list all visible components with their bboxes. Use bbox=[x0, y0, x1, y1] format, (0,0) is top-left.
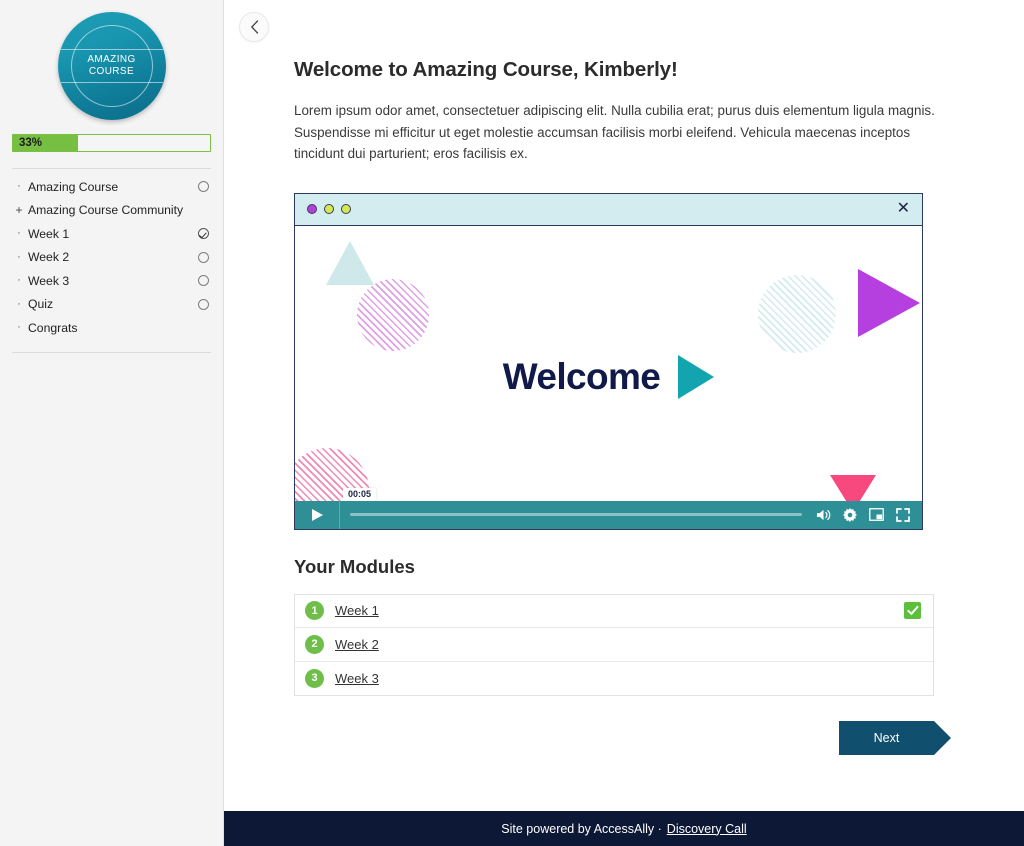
gear-icon[interactable] bbox=[843, 507, 857, 522]
decor-circle-purple-striped-icon bbox=[357, 278, 429, 351]
sidebar-item-label: Quiz bbox=[28, 297, 54, 312]
video-slide-content: Welcome bbox=[295, 355, 922, 399]
module-link[interactable]: Week 3 bbox=[335, 671, 379, 686]
window-dot-purple-icon bbox=[307, 204, 317, 214]
logo-circle: AMAZING COURSE bbox=[57, 12, 166, 120]
status-wrap bbox=[195, 298, 211, 310]
sidebar-item-label: Amazing Course bbox=[28, 179, 119, 194]
content-column: Welcome to Amazing Course, Kimberly! Lor… bbox=[224, 0, 1024, 755]
modules-heading: Your Modules bbox=[294, 555, 415, 577]
sidebar: AMAZING COURSE 33% · Amazing Course + Am… bbox=[0, 0, 224, 846]
status-wrap bbox=[195, 251, 211, 263]
video-player[interactable]: ✕ Welcome 00:05 bbox=[294, 192, 923, 530]
sidebar-item-amazing-course[interactable]: · Amazing Course bbox=[12, 175, 211, 199]
window-dot-green-icon bbox=[324, 204, 334, 214]
table-row[interactable]: 2 Week 2 bbox=[295, 628, 933, 662]
bullet-icon: · bbox=[17, 297, 21, 310]
bullet-icon: · bbox=[17, 227, 21, 240]
sidebar-nav: · Amazing Course + Amazing Course Commun… bbox=[0, 175, 223, 340]
logo-inner-ring: AMAZING COURSE bbox=[60, 25, 163, 107]
logo-line-2: COURSE bbox=[88, 66, 135, 77]
play-button[interactable] bbox=[295, 500, 340, 529]
picture-in-picture-icon[interactable] bbox=[869, 508, 884, 521]
window-dots bbox=[307, 204, 351, 214]
circle-empty-icon bbox=[197, 275, 209, 287]
sidebar-item-label: Week 3 bbox=[28, 273, 70, 288]
module-number-badge: 3 bbox=[305, 668, 324, 688]
table-row[interactable]: 1 Week 1 bbox=[295, 595, 933, 628]
video-time-tooltip: 00:05 bbox=[343, 487, 377, 505]
video-stage[interactable]: Welcome 00:05 bbox=[295, 225, 922, 529]
next-button[interactable]: Next bbox=[839, 721, 951, 755]
sidebar-item-label: Amazing Course Community bbox=[28, 203, 184, 218]
course-progress-bar: 33% bbox=[12, 134, 211, 152]
sidebar-item-week-2[interactable]: · Week 2 bbox=[12, 246, 211, 270]
close-icon[interactable]: ✕ bbox=[897, 201, 910, 217]
page-root: AMAZING COURSE 33% · Amazing Course + Am… bbox=[0, 0, 1024, 846]
module-number-badge: 1 bbox=[305, 601, 324, 621]
intro-paragraph: Lorem ipsum odor amet, consectetuer adip… bbox=[294, 103, 935, 161]
play-icon bbox=[311, 508, 323, 521]
fullscreen-icon[interactable] bbox=[896, 507, 910, 522]
sidebar-item-week-3[interactable]: · Week 3 bbox=[12, 269, 211, 293]
status-wrap bbox=[195, 181, 211, 193]
discovery-call-link[interactable]: Discovery Call bbox=[667, 822, 747, 836]
window-dot-green-icon bbox=[341, 204, 351, 214]
chevron-left-icon bbox=[250, 20, 258, 34]
video-window-titlebar: ✕ bbox=[295, 193, 922, 226]
sidebar-item-congrats[interactable]: · Congrats bbox=[12, 316, 211, 340]
video-scrubber[interactable] bbox=[350, 513, 802, 516]
next-button-row: Next bbox=[294, 721, 951, 755]
page-title: Welcome to Amazing Course, Kimberly! bbox=[294, 58, 678, 81]
decor-circle-teal-striped-icon bbox=[758, 274, 836, 353]
sidebar-item-amazing-course-community[interactable]: + Amazing Course Community bbox=[12, 199, 211, 223]
main-content: Welcome to Amazing Course, Kimberly! Lor… bbox=[224, 0, 1024, 846]
bullet-icon: · bbox=[17, 321, 21, 334]
table-row[interactable]: 3 Week 3 bbox=[295, 662, 933, 696]
status-wrap bbox=[195, 275, 211, 287]
video-controls-bar bbox=[295, 500, 922, 529]
course-logo[interactable]: AMAZING COURSE bbox=[0, 8, 223, 120]
sidebar-item-label: Week 2 bbox=[28, 250, 70, 265]
logo-line-1: AMAZING bbox=[87, 53, 136, 65]
progress-percent-label: 33% bbox=[19, 137, 43, 149]
status-wrap bbox=[195, 228, 211, 240]
bullet-icon: · bbox=[17, 250, 21, 263]
volume-icon[interactable] bbox=[816, 508, 831, 522]
plus-icon: + bbox=[15, 203, 23, 218]
bullet-icon: · bbox=[17, 274, 21, 287]
sidebar-divider-bottom bbox=[12, 351, 211, 353]
bullet-icon: · bbox=[17, 180, 21, 193]
decor-triangle-teal-icon bbox=[326, 240, 374, 285]
site-footer: Site powered by AccessAlly · Discovery C… bbox=[224, 811, 1024, 846]
play-triangle-icon bbox=[678, 355, 715, 399]
decor-triangle-purple-icon bbox=[858, 268, 920, 337]
video-slide-title: Welcome bbox=[502, 356, 661, 397]
module-status bbox=[904, 602, 921, 620]
checkbox-checked-icon bbox=[904, 602, 921, 620]
module-link[interactable]: Week 2 bbox=[335, 637, 379, 652]
circle-empty-icon bbox=[197, 181, 209, 193]
modules-list: 1 Week 1 2 Week 2 3 Week 3 bbox=[294, 593, 934, 696]
video-control-icons bbox=[816, 507, 922, 522]
main-scroll-area: Welcome to Amazing Course, Kimberly! Lor… bbox=[224, 0, 1024, 811]
footer-text: Site powered by AccessAlly · bbox=[501, 821, 662, 836]
sidebar-item-label: Week 1 bbox=[28, 226, 70, 241]
module-number-badge: 2 bbox=[305, 634, 324, 654]
sidebar-item-week-1[interactable]: · Week 1 bbox=[12, 222, 211, 246]
circle-check-icon bbox=[197, 228, 209, 240]
circle-empty-icon bbox=[197, 298, 209, 310]
module-link[interactable]: Week 1 bbox=[335, 603, 379, 618]
sidebar-item-label: Congrats bbox=[28, 320, 78, 335]
back-button[interactable] bbox=[239, 12, 269, 42]
circle-empty-icon bbox=[197, 251, 209, 263]
sidebar-item-quiz[interactable]: · Quiz bbox=[12, 293, 211, 317]
sidebar-divider-top bbox=[12, 168, 211, 169]
